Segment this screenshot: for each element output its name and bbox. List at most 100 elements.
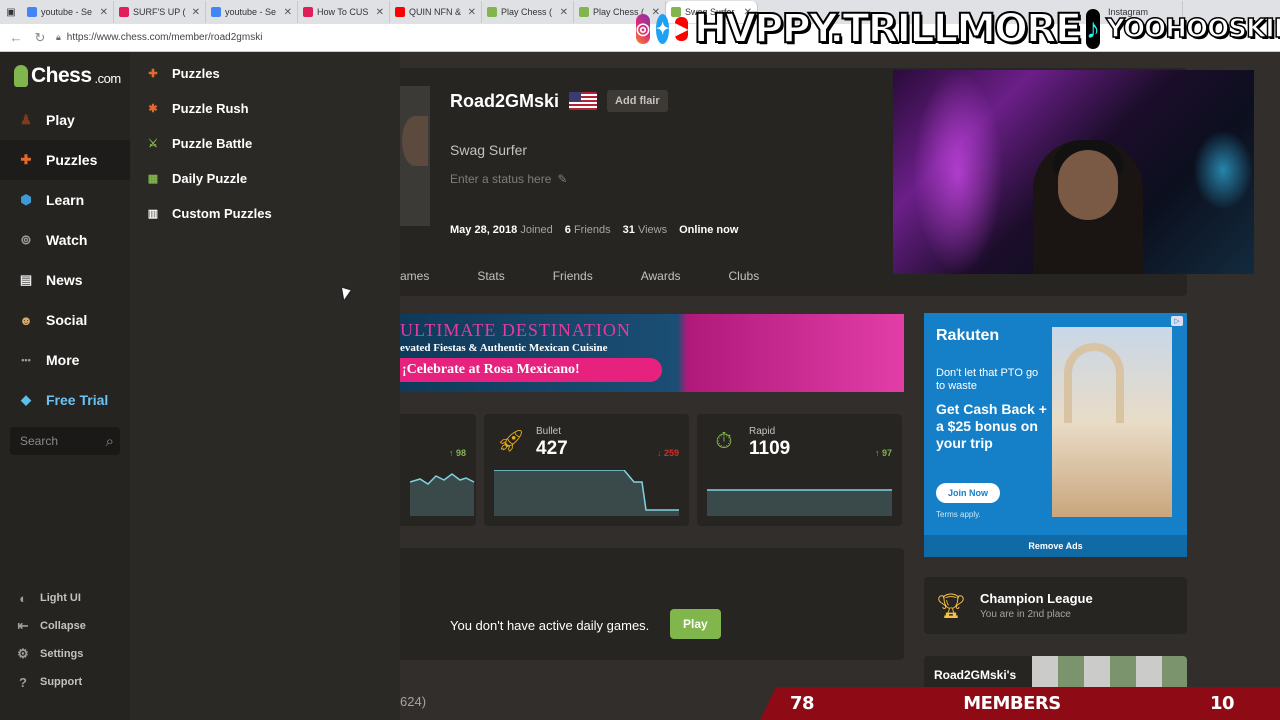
tab-title: youtube - Se: [225, 7, 277, 17]
puzzle-type-icon: ▥: [147, 207, 159, 220]
logo-suffix: .com: [94, 71, 122, 86]
tab-ames[interactable]: ames: [400, 264, 453, 288]
status-field[interactable]: Enter a status here ✎: [450, 172, 567, 186]
play-daily-button[interactable]: Play: [670, 609, 721, 639]
profile-name-row: Road2GMski Add flair: [450, 90, 668, 112]
rating-card[interactable]: 🚀︎ Bullet 427 ↓ 259: [484, 414, 689, 526]
back-icon[interactable]: ←: [8, 30, 24, 46]
avatar[interactable]: [400, 86, 430, 226]
pawn-logo-icon: [14, 65, 28, 87]
close-tab-icon[interactable]: ✕: [192, 7, 200, 18]
arch-image: [1064, 343, 1124, 423]
streamer-webcam: [893, 70, 1254, 274]
tab-actions-icon[interactable]: ▣: [0, 1, 22, 23]
binoculars-icon: ⊚: [20, 232, 32, 247]
members-right-count: 10: [1209, 693, 1235, 714]
sidebar-item-watch[interactable]: ⊚ Watch: [0, 220, 130, 260]
rating-delta: ↑ 98: [449, 448, 466, 458]
tab-title: Play Chess (: [501, 7, 553, 17]
friends-stat[interactable]: 6 Friends: [565, 224, 611, 236]
people-icon: ☻: [19, 312, 33, 328]
profile-tabs: ames Stats Friends Awards Clubs: [400, 264, 783, 288]
rating-delta: ↑ 97: [875, 448, 892, 458]
newspaper-icon: ▤: [19, 272, 33, 287]
close-tab-icon[interactable]: ✕: [468, 7, 476, 18]
flyout-item-daily-puzzle[interactable]: ▦ Daily Puzzle: [144, 165, 247, 191]
banner-ad[interactable]: ULTIMATE DESTINATION evated Fiestas & Au…: [400, 314, 904, 392]
rating-card[interactable]: ⏱︎ Rapid 1109 ↑ 97: [697, 414, 902, 526]
url-field[interactable]: 🔒︎ https://www.chess.com/member/road2gms…: [56, 32, 262, 43]
sidebar-item-label: Social: [46, 312, 88, 328]
sidebar-bottom-label: Collapse: [40, 620, 86, 632]
league-card[interactable]: 🏆︎ Champion League You are in 2nd place: [924, 577, 1187, 634]
joined-stat: May 28, 2018 Joined: [450, 224, 553, 236]
rating-delta: ↓ 259: [657, 448, 679, 458]
flyout-item-puzzle-rush[interactable]: ✱ Puzzle Rush: [144, 95, 248, 121]
refresh-icon[interactable]: ↻: [32, 30, 48, 46]
browser-tab[interactable]: youtube - Se ✕: [22, 1, 114, 23]
members-overlay-bar: 78 MEMBERS 10: [760, 687, 1280, 720]
puzzle-type-icon: ✚: [148, 67, 158, 80]
browser-tab[interactable]: SURF'S UP (✕: [114, 1, 206, 23]
remove-ads-button[interactable]: Remove Ads: [924, 535, 1187, 557]
sidebar-item-news[interactable]: ▤ News: [0, 260, 130, 300]
sidebar-bottom-settings[interactable]: ⚙ Settings: [0, 640, 130, 668]
tab-title: How To CUS: [317, 7, 369, 17]
tab-favicon-icon: [211, 7, 221, 17]
sidebar-item-learn[interactable]: ⬢ Learn: [0, 180, 130, 220]
flyout-item-custom-puzzles[interactable]: ▥ Custom Puzzles: [144, 200, 272, 226]
sidebar-bottom-label: Support: [40, 676, 83, 688]
puzzle-type-icon: ✱: [148, 102, 158, 115]
puzzle-icon: ✚: [20, 152, 32, 167]
tab-awards[interactable]: Awards: [617, 264, 705, 288]
flyout-item-puzzle-battle[interactable]: ⚔ Puzzle Battle: [144, 130, 252, 156]
sidebar-item-puzzles[interactable]: ✚ Puzzles: [0, 140, 130, 180]
learn-icon: ⬢: [20, 192, 32, 207]
sidebar-bottom-light-ui[interactable]: ◐ Light UI: [0, 584, 130, 612]
browser-tab[interactable]: Play Chess ( ✕: [482, 1, 574, 23]
ad-join-button[interactable]: Join Now: [936, 483, 1000, 503]
sidebar-bottom-support[interactable]: ? Support: [0, 668, 130, 696]
tiktok-icon: ♪: [1086, 9, 1101, 49]
sparkline-area: [707, 490, 892, 516]
half-circle-icon: ◐: [19, 590, 27, 606]
flyout-item-puzzles[interactable]: ✚ Puzzles: [144, 60, 219, 86]
close-tab-icon[interactable]: ✕: [560, 7, 568, 18]
sidebar-bottom-collapse[interactable]: ⇤ Collapse: [0, 612, 130, 640]
flyout-item-label: Daily Puzzle: [172, 170, 248, 186]
profile-username: Road2GMski: [450, 90, 560, 111]
arrow-down-icon: ↓: [656, 448, 664, 458]
rating-sparkline: [707, 489, 892, 516]
sidebar-search[interactable]: Search ⌕: [10, 427, 120, 455]
tab-stats[interactable]: Stats: [453, 264, 528, 288]
sidebar-item-more[interactable]: ••• More: [0, 340, 130, 380]
rapid-icon: ⏱︎: [715, 428, 733, 453]
rating-value: 1109: [749, 438, 791, 459]
browser-tab[interactable]: QUIN NFN & ✕: [390, 1, 482, 23]
sidebar-item-social[interactable]: ☻ Social: [0, 300, 130, 340]
search-icon[interactable]: ⌕: [106, 433, 114, 450]
sidebar-item-label: More: [46, 352, 80, 368]
close-tab-icon[interactable]: ✕: [376, 7, 384, 18]
close-tab-icon[interactable]: ✕: [284, 7, 292, 18]
status-placeholder: Enter a status here: [450, 172, 552, 186]
logo-text: Chess: [31, 64, 92, 87]
ad-terms: Terms apply.: [936, 510, 981, 519]
members-left-count: 78: [790, 693, 815, 714]
sidebar-item-free-trial[interactable]: ◆ Free Trial: [0, 380, 130, 420]
add-flair-button[interactable]: Add flair: [607, 90, 668, 112]
side-ad[interactable]: ▷ Rakuten Don't let that PTO go to waste…: [924, 313, 1187, 557]
tab-friends[interactable]: Friends: [529, 264, 617, 288]
close-tab-icon[interactable]: ✕: [100, 7, 108, 18]
rating-label: Bullet: [536, 426, 562, 437]
tab-clubs[interactable]: Clubs: [705, 264, 784, 288]
sidebar-item-play[interactable]: ♟ Play: [0, 100, 130, 140]
browser-tab[interactable]: How To CUS ✕: [298, 1, 390, 23]
ad-cta-button[interactable]: ¡Celebrate at Rosa Mexicano!: [400, 358, 662, 382]
chess-logo[interactable]: Chess .com: [14, 64, 121, 88]
browser-tab[interactable]: youtube - Se ✕: [206, 1, 298, 23]
rating-card[interactable]: ↑ 98: [400, 414, 476, 526]
adchoices-icon[interactable]: ▷: [1171, 316, 1183, 326]
overlay-handle-secondary: YOOHOOSKIN: [1105, 13, 1280, 45]
edit-icon[interactable]: ✎: [557, 172, 567, 186]
